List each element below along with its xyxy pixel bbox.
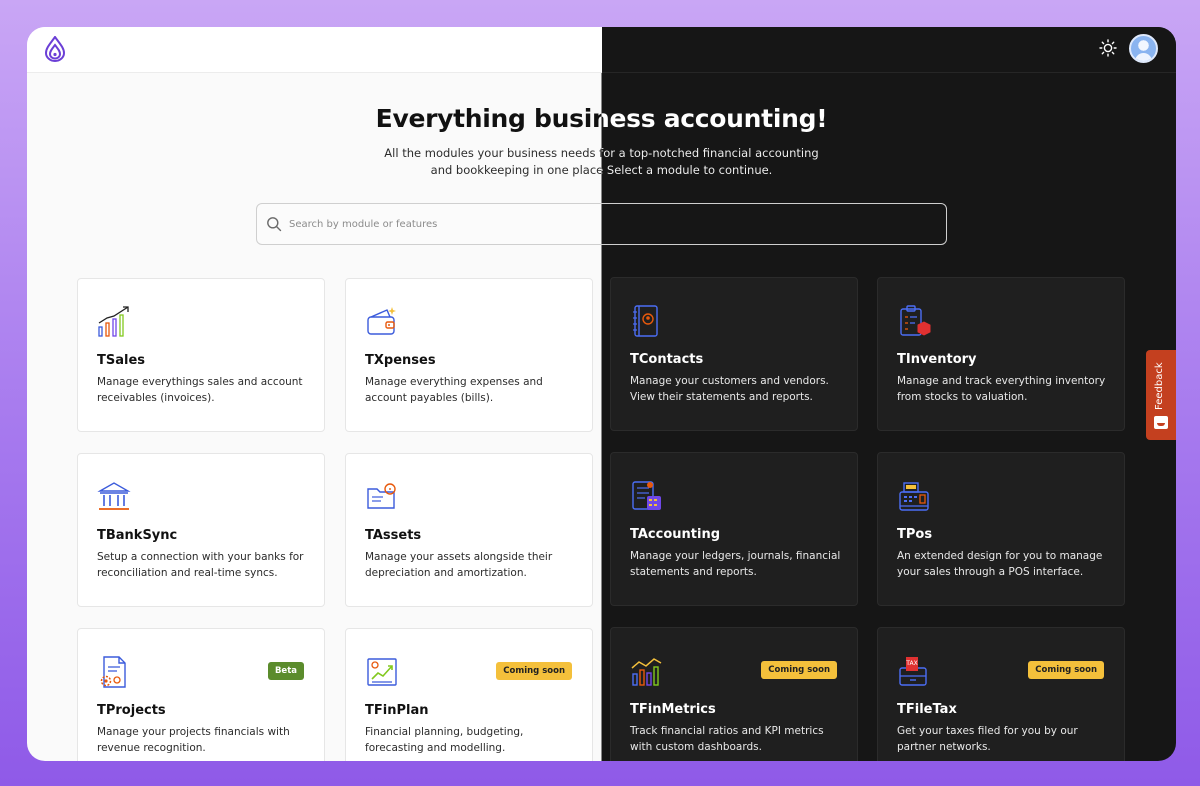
module-description: Manage everything expenses and account p… [365, 376, 543, 404]
coming-soon-badge: Coming soon [1028, 661, 1104, 679]
module-description: Track financial ratios and KPI metrics w… [630, 725, 824, 753]
coming-soon-badge: Coming soon [496, 662, 572, 680]
module-description: An extended design for you to manage you… [897, 550, 1103, 578]
page-title: Everything business accounting! [27, 104, 1176, 133]
user-avatar[interactable] [1129, 34, 1158, 63]
module-title: TInventory [897, 352, 977, 367]
module-description: Setup a connection with your banks for r… [97, 551, 304, 579]
page-subtitle: All the modules your business needs for … [27, 145, 1176, 179]
bank-icon [97, 482, 131, 510]
module-description: Manage and track everything inventory fr… [897, 375, 1106, 403]
subtitle-line-1: All the modules your business needs for … [384, 146, 819, 160]
module-card-tbanksync[interactable]: TBankSync Setup a connection with your b… [77, 453, 325, 607]
module-title: TFileTax [897, 702, 957, 717]
module-description: Manage your customers and vendors. View … [630, 375, 829, 403]
feedback-tab[interactable]: Feedback [1146, 350, 1176, 440]
beta-badge: Beta [267, 662, 304, 680]
module-description: Manage everythings sales and account rec… [97, 376, 303, 404]
inventory-clipboard-icon [900, 305, 931, 336]
svg-text:TAX: TAX [905, 660, 917, 667]
module-title: TAssets [365, 528, 422, 543]
finmetrics-icon [631, 658, 662, 686]
sales-chart-icon [98, 306, 129, 337]
module-title: TFinPlan [365, 703, 429, 718]
coming-soon-badge: Coming soon [761, 661, 837, 679]
module-card-tinventory[interactable]: TInventory Manage and track everything i… [877, 277, 1125, 431]
module-description: Manage your ledgers, journals, financial… [630, 550, 841, 578]
search-input[interactable] [289, 204, 929, 244]
module-title: TBankSync [97, 528, 178, 543]
accounting-ledger-icon [632, 481, 661, 510]
module-card-tprojects[interactable]: Beta TProjects Manage your projects fina… [77, 628, 325, 761]
module-title: TXpenses [365, 353, 436, 368]
module-title: TSales [97, 353, 146, 368]
module-card-taccounting[interactable]: TAccounting Manage your ledgers, journal… [610, 452, 858, 606]
smiley-icon [1154, 416, 1168, 429]
module-title: TContacts [630, 352, 704, 367]
module-description: Financial planning, budgeting, forecasti… [365, 726, 524, 754]
sun-icon[interactable] [1099, 39, 1117, 57]
contacts-book-icon [633, 305, 658, 337]
module-description: Manage your assets alongside their depre… [365, 551, 553, 579]
module-card-tsales[interactable]: TSales Manage everythings sales and acco… [77, 278, 325, 432]
droplet-logo-icon[interactable] [43, 36, 67, 62]
module-card-txpenses[interactable]: TXpenses Manage everything expenses and … [345, 278, 593, 432]
feedback-label: Feedback [1154, 362, 1165, 410]
module-card-tfinmetrics[interactable]: Coming soon TFinMetrics Track financial … [610, 627, 858, 761]
search-bar[interactable] [256, 203, 947, 245]
module-description: Manage your projects financials with rev… [97, 726, 290, 754]
module-card-tassets[interactable]: TAssets Manage your assets alongside the… [345, 453, 593, 607]
module-card-tpos[interactable]: TPos An extended design for you to manag… [877, 452, 1125, 606]
module-card-tcontacts[interactable]: TContacts Manage your customers and vend… [610, 277, 858, 431]
module-card-tfiletax[interactable]: TAX Coming soon TFileTax Get your taxes … [877, 627, 1125, 761]
wallet-icon [367, 307, 396, 335]
search-icon [267, 217, 282, 232]
project-document-icon [100, 656, 126, 688]
finplan-chart-icon [367, 658, 397, 686]
cash-register-icon [899, 482, 929, 511]
tax-box-icon: TAX [899, 657, 927, 686]
app-window: Everything business accounting! All the … [27, 27, 1176, 761]
module-description: Get your taxes filed for you by our part… [897, 725, 1078, 753]
module-title: TProjects [97, 703, 166, 718]
module-card-tfinplan[interactable]: Coming soon TFinPlan Financial planning,… [345, 628, 593, 761]
subtitle-line-2: and bookkeeping in one place Select a mo… [430, 163, 773, 177]
assets-folder-icon [367, 483, 396, 509]
module-title: TFinMetrics [630, 702, 716, 717]
module-title: TAccounting [630, 527, 721, 542]
module-title: TPos [897, 527, 933, 542]
top-bar [27, 27, 1176, 73]
